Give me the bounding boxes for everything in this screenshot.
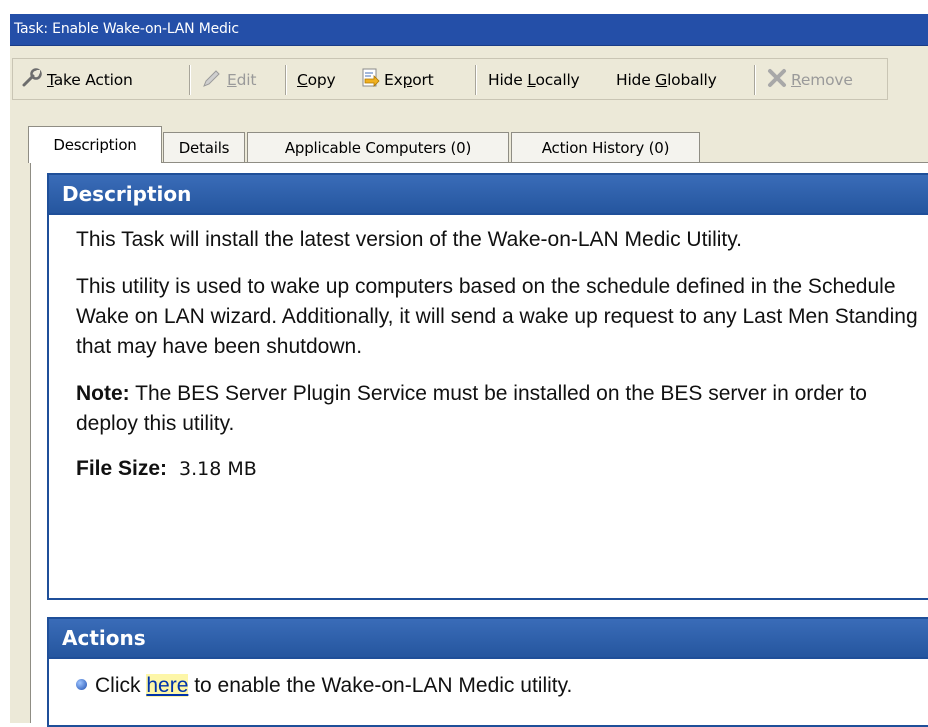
- tab-description[interactable]: Description: [28, 126, 162, 163]
- description-body: This Task will install the latest versio…: [49, 215, 928, 484]
- actions-body: Click here to enable the Wake-on-LAN Med…: [49, 659, 928, 701]
- note-label: Note:: [76, 382, 130, 405]
- file-size-value: 3.18 MB: [179, 458, 257, 480]
- export-label: Export: [384, 71, 434, 89]
- hide-locally-button[interactable]: Hide Locally: [488, 67, 580, 93]
- action-item: Click here to enable the Wake-on-LAN Med…: [76, 671, 919, 701]
- bullet-icon: [76, 679, 87, 690]
- edit-label: Edit: [227, 71, 257, 89]
- remove-button[interactable]: Remove: [767, 67, 853, 93]
- file-size-label: File Size:: [76, 457, 168, 480]
- description-paragraph-2: This utility is used to wake up computer…: [76, 275, 918, 358]
- tab-details-label: Details: [178, 138, 230, 157]
- hide-locally-label: Hide Locally: [488, 71, 580, 89]
- task-window: Task: Enable Wake-on-LAN Medic Take Acti…: [10, 14, 928, 727]
- tab-applicable-computers[interactable]: Applicable Computers (0): [247, 132, 509, 162]
- export-icon: [360, 67, 382, 93]
- action-link-here[interactable]: here: [146, 674, 189, 697]
- tab-details[interactable]: Details: [163, 132, 245, 162]
- take-action-label: Take Action: [47, 71, 133, 89]
- tab-action-history-label: Action History (0): [541, 138, 670, 157]
- toolbar: Take Action Edit Copy Export Hide Locall…: [12, 58, 888, 100]
- x-icon: [767, 68, 787, 92]
- pencil-icon: [201, 68, 223, 92]
- description-heading: Description: [49, 175, 928, 215]
- file-size-row: File Size: 3.18 MB: [76, 454, 919, 484]
- window-title: Task: Enable Wake-on-LAN Medic: [14, 21, 239, 37]
- content-area: Description This Task will install the l…: [30, 162, 928, 727]
- copy-button[interactable]: Copy: [297, 67, 336, 93]
- description-panel: Description This Task will install the l…: [47, 173, 928, 600]
- tab-bar: Description Details Applicable Computers…: [10, 122, 928, 163]
- tab-description-label: Description: [53, 136, 137, 154]
- actions-heading: Actions: [49, 619, 928, 659]
- title-bar: Task: Enable Wake-on-LAN Medic: [10, 14, 928, 46]
- description-paragraph-1: This Task will install the latest versio…: [76, 228, 743, 251]
- note-text: The BES Server Plugin Service must be in…: [76, 382, 867, 435]
- action-text-pre: Click: [95, 674, 147, 697]
- action-text-post: to enable the Wake-on-LAN Medic utility.: [188, 674, 573, 697]
- hide-globally-label: Hide Globally: [616, 71, 717, 89]
- tab-action-history[interactable]: Action History (0): [511, 132, 700, 162]
- remove-label: Remove: [791, 71, 853, 89]
- wrench-icon: [21, 68, 43, 92]
- hide-globally-button[interactable]: Hide Globally: [616, 67, 717, 93]
- take-action-button[interactable]: Take Action: [21, 67, 133, 93]
- tab-applicable-computers-label: Applicable Computers (0): [284, 138, 472, 157]
- actions-panel: Actions Click here to enable the Wake-on…: [47, 617, 928, 727]
- edit-button[interactable]: Edit: [201, 67, 256, 93]
- copy-label: Copy: [297, 71, 336, 89]
- note-paragraph: Note: The BES Server Plugin Service must…: [76, 379, 919, 439]
- export-button[interactable]: Export: [360, 67, 434, 93]
